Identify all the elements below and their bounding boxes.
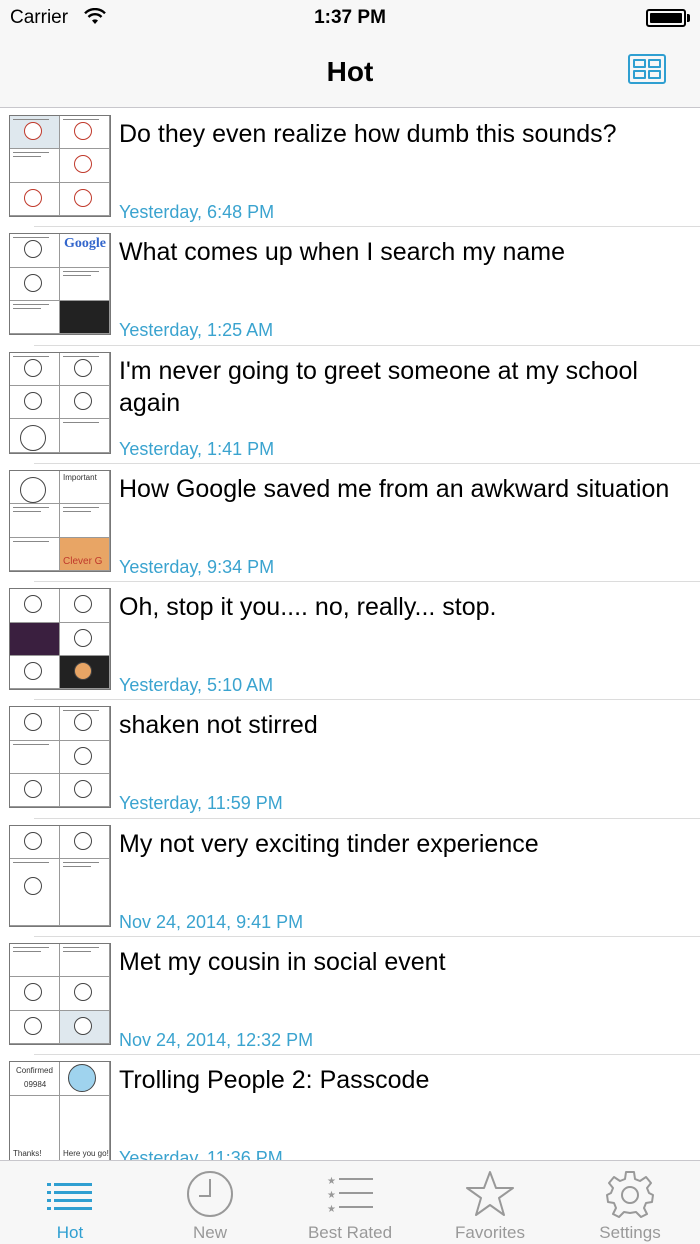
list-item[interactable]: Do they even realize how dumb this sound… [0,109,700,228]
thumb-caption: 09984 [24,1080,47,1090]
svg-text:★: ★ [327,1204,336,1215]
gear-icon [606,1171,654,1218]
clock-time: 1:37 PM [314,7,386,28]
item-title: Oh, stop it you.... no, really... stop. [119,593,497,622]
grid-view-icon[interactable] [628,54,666,84]
item-timestamp: Yesterday, 11:59 PM [119,793,283,814]
comic-thumbnail [9,706,111,809]
tab-label: Best Rated [307,1223,393,1242]
comic-thumbnail [9,824,111,927]
svg-text:★: ★ [327,1190,336,1201]
item-timestamp: Nov 24, 2014, 9:41 PM [119,911,304,932]
tab-label: Favorites [455,1223,525,1242]
item-title: Do they even realize how dumb this sound… [119,120,617,148]
item-title: How Google saved me from an awkward situ… [119,474,670,503]
item-timestamp: Yesterday, 5:10 AM [119,675,274,696]
tab-label: Settings [599,1223,661,1242]
google-logo-text: Google [64,236,106,252]
comic-thumbnail [9,588,111,691]
battery-icon [646,9,690,27]
comic-thumbnail [9,115,111,217]
item-title: What comes up when I search my name [119,238,566,267]
comic-thumbnail [9,351,111,454]
thumb-caption: Here you go! [63,1149,109,1159]
list-item[interactable]: Google What comes up when I search my na… [0,227,700,346]
comic-list: Do they even realize how dumb this sound… [0,109,700,1160]
list-item[interactable]: I'm never going to greet someone at my s… [0,346,700,465]
tab-label: Hot [56,1223,84,1242]
item-title: My not very exciting tinder experience [119,829,539,858]
comic-thumbnail: Confirmed 09984 Thanks! Here you go! [9,1061,111,1160]
list-icon [47,1183,92,1210]
page-title: Hot [326,56,374,87]
navigation-bar: Hot [0,36,700,108]
tab-favorites[interactable]: Favorites [420,1161,560,1244]
comic-thumbnail: Important Clever G [9,469,111,572]
tab-settings[interactable]: Settings [560,1161,700,1244]
thumb-caption: Confirmed [16,1066,53,1076]
comic-thumbnail: Google [9,233,111,336]
tab-best-rated[interactable]: ★ ★ ★ Best Rated [280,1161,420,1244]
status-bar: Carrier 1:37 PM [0,0,700,36]
list-item[interactable]: Important Clever G How Google saved me f… [0,464,700,583]
item-timestamp: Yesterday, 9:34 PM [119,556,275,577]
item-timestamp: Yesterday, 11:36 PM [119,1148,283,1160]
comic-thumbnail [9,943,111,1046]
item-title: I'm never going to greet someone at my s… [119,356,638,417]
thumb-caption: Important [63,472,97,482]
item-timestamp: Yesterday, 1:41 PM [119,438,275,459]
item-title: Trolling People 2: Passcode [119,1066,430,1095]
thumb-caption: Thanks! [13,1149,42,1159]
tab-bar: Hot New ★ ★ ★ Best Rated Favorites Setti… [0,1160,700,1244]
thumb-caption: Clever G [63,555,103,567]
svg-text:★: ★ [327,1176,336,1187]
tab-label: New [192,1223,227,1242]
item-timestamp: Yesterday, 1:25 AM [119,320,274,341]
star-list-icon: ★ ★ ★ [327,1176,373,1215]
list-item[interactable]: My not very exciting tinder experience N… [0,819,700,938]
list-item[interactable]: Oh, stop it you.... no, really... stop. … [0,582,700,701]
clock-icon [187,1171,233,1217]
item-title: Met my cousin in social event [119,948,446,977]
item-timestamp: Nov 24, 2014, 12:32 PM [119,1030,314,1051]
item-timestamp: Yesterday, 6:48 PM [119,202,275,222]
star-icon [466,1171,514,1216]
list-item[interactable]: shaken not stirred Yesterday, 11:59 PM [0,700,700,820]
item-title: shaken not stirred [119,711,318,740]
list-item[interactable]: Met my cousin in social event Nov 24, 20… [0,937,700,1056]
list-item[interactable]: Confirmed 09984 Thanks! Here you go! Tro… [0,1055,700,1160]
tab-new[interactable]: New [140,1161,280,1244]
tab-hot[interactable]: Hot [0,1161,140,1244]
